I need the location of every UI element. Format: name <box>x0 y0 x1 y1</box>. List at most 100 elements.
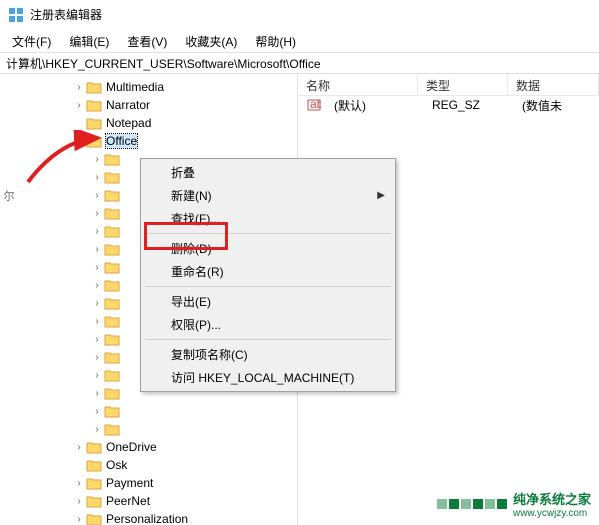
list-header: 名称 类型 数据 <box>298 74 599 96</box>
folder-icon <box>104 368 120 382</box>
watermark: 纯净系统之家 www.ycwjzy.com <box>437 489 591 519</box>
watermark-url: www.ycwjzy.com <box>513 508 591 519</box>
folder-icon <box>104 404 120 418</box>
menu-item-delete[interactable]: 删除(D) <box>143 237 393 260</box>
folder-icon <box>86 134 102 148</box>
address-bar[interactable]: 计算机\HKEY_CURRENT_USER\Software\Microsoft… <box>0 52 599 74</box>
col-name[interactable]: 名称 <box>298 74 418 95</box>
folder-icon <box>86 458 102 472</box>
col-type[interactable]: 类型 <box>418 74 508 95</box>
chevron-right-icon[interactable]: › <box>90 388 104 399</box>
menu-item-copy-key[interactable]: 复制项名称(C) <box>143 343 393 366</box>
chevron-right-icon[interactable]: › <box>72 442 86 453</box>
chevron-right-icon[interactable]: › <box>72 496 86 507</box>
chevron-right-icon[interactable]: › <box>90 208 104 219</box>
folder-icon <box>104 224 120 238</box>
string-value-icon: ab <box>306 97 322 113</box>
tree-item-label: OneDrive <box>106 440 157 454</box>
tree-item-label: Osk <box>106 458 127 472</box>
menu-item-permissions[interactable]: 权限(P)... <box>143 313 393 336</box>
chevron-right-icon[interactable]: › <box>90 370 104 381</box>
menu-edit[interactable]: 编辑(E) <box>61 31 117 52</box>
menu-file[interactable]: 文件(F) <box>4 31 59 52</box>
menu-separator <box>145 233 391 234</box>
chevron-right-icon[interactable]: › <box>72 100 86 111</box>
menu-item-export[interactable]: 导出(E) <box>143 290 393 313</box>
folder-icon <box>104 188 120 202</box>
menu-item-find[interactable]: 查找(F)... <box>143 207 393 230</box>
folder-icon <box>86 512 102 525</box>
side-text: 尔 <box>0 190 16 201</box>
cell-data: (数值未 <box>514 97 599 114</box>
chevron-right-icon[interactable]: › <box>90 298 104 309</box>
chevron-right-icon[interactable]: › <box>90 244 104 255</box>
list-row[interactable]: ab (默认) REG_SZ (数值未 <box>298 96 599 114</box>
chevron-down-icon[interactable]: ⌄ <box>72 136 86 147</box>
menu-item-rename[interactable]: 重命名(R) <box>143 260 393 283</box>
context-menu: 折叠 新建(N)▶ 查找(F)... 删除(D) 重命名(R) 导出(E) 权限… <box>140 158 396 392</box>
tree-item[interactable]: › Personalization <box>0 510 297 525</box>
chevron-right-icon[interactable]: › <box>90 334 104 345</box>
tree-item[interactable]: › Payment <box>0 474 297 492</box>
folder-icon <box>86 116 102 130</box>
tree-item-label: Narrator <box>106 98 150 112</box>
tree-item-label: PeerNet <box>106 494 150 508</box>
folder-icon <box>104 422 120 436</box>
submenu-arrow-icon: ▶ <box>377 190 385 201</box>
folder-icon <box>104 152 120 166</box>
folder-icon <box>104 170 120 184</box>
folder-icon <box>86 98 102 112</box>
chevron-right-icon[interactable]: › <box>72 514 86 525</box>
chevron-right-icon[interactable]: › <box>90 190 104 201</box>
chevron-right-icon[interactable]: › <box>90 226 104 237</box>
tree-item-label: Personalization <box>106 512 188 525</box>
chevron-right-icon[interactable]: › <box>90 352 104 363</box>
tree-item[interactable]: › <box>0 402 297 420</box>
tree-item[interactable]: › OneDrive <box>0 438 297 456</box>
menu-item-goto[interactable]: 访问 HKEY_LOCAL_MACHINE(T) <box>143 366 393 389</box>
chevron-right-icon[interactable]: › <box>90 154 104 165</box>
svg-text:ab: ab <box>310 98 321 111</box>
cell-name: (默认) <box>326 97 424 114</box>
menu-separator <box>145 339 391 340</box>
folder-icon <box>104 206 120 220</box>
tree-item-label: Multimedia <box>106 80 164 94</box>
folder-icon <box>104 260 120 274</box>
tree-item-label: Payment <box>106 476 153 490</box>
menu-view[interactable]: 查看(V) <box>119 31 175 52</box>
folder-icon <box>104 278 120 292</box>
tree-item[interactable]: ⌄Office <box>0 132 297 150</box>
chevron-right-icon[interactable]: › <box>90 262 104 273</box>
chevron-right-icon[interactable]: › <box>90 172 104 183</box>
folder-icon <box>104 296 120 310</box>
folder-icon <box>86 80 102 94</box>
watermark-logo-icon <box>437 499 507 509</box>
watermark-brand: 纯净系统之家 <box>513 489 591 508</box>
chevron-right-icon[interactable]: › <box>72 82 86 93</box>
chevron-right-icon[interactable]: › <box>72 478 86 489</box>
tree-item-label: Notepad <box>106 116 151 130</box>
tree-item[interactable]: Notepad <box>0 114 297 132</box>
address-text: 计算机\HKEY_CURRENT_USER\Software\Microsoft… <box>6 55 321 72</box>
window-title: 注册表编辑器 <box>30 6 102 23</box>
folder-icon <box>86 494 102 508</box>
chevron-right-icon[interactable]: › <box>90 424 104 435</box>
tree-item[interactable]: › PeerNet <box>0 492 297 510</box>
folder-icon <box>104 350 120 364</box>
menu-separator <box>145 286 391 287</box>
tree-item[interactable]: › Narrator <box>0 96 297 114</box>
menu-item-new[interactable]: 新建(N)▶ <box>143 184 393 207</box>
title-bar: 注册表编辑器 <box>0 0 599 30</box>
menu-help[interactable]: 帮助(H) <box>247 31 304 52</box>
chevron-right-icon[interactable]: › <box>90 280 104 291</box>
tree-item[interactable]: Osk <box>0 456 297 474</box>
chevron-right-icon[interactable]: › <box>90 406 104 417</box>
tree-item[interactable]: › <box>0 420 297 438</box>
menu-item-collapse[interactable]: 折叠 <box>143 161 393 184</box>
col-data[interactable]: 数据 <box>508 74 599 95</box>
folder-icon <box>86 440 102 454</box>
chevron-right-icon[interactable]: › <box>90 316 104 327</box>
tree-item[interactable]: › Multimedia <box>0 78 297 96</box>
folder-icon <box>104 386 120 400</box>
menu-favorites[interactable]: 收藏夹(A) <box>177 31 245 52</box>
